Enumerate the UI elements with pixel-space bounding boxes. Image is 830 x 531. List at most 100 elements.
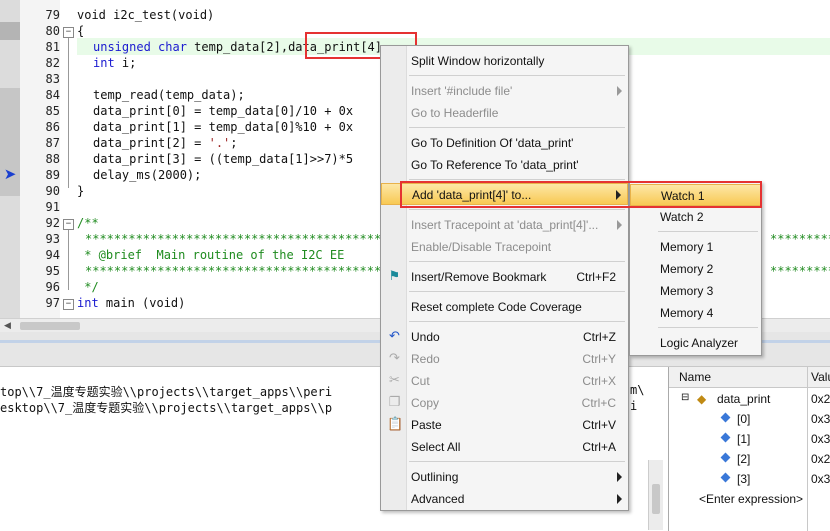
line-number: 97	[45, 296, 60, 310]
watch-name: data_print	[717, 392, 771, 406]
menu-separator	[409, 291, 625, 292]
watch-name: [2]	[737, 452, 751, 466]
menu-item-redo[interactable]: ↷ Redo Ctrl+Y	[381, 348, 628, 370]
fold-toggle-icon[interactable]: −	[63, 219, 74, 230]
menu-item-shortcut: Ctrl+F2	[576, 270, 616, 284]
fold-toggle-icon[interactable]: −	[63, 299, 74, 310]
code-line: temp_read(temp_data);	[93, 88, 245, 102]
menu-item-enable-tracepoint[interactable]: Enable/Disable Tracepoint	[381, 236, 628, 258]
code-keyword: unsigned char	[93, 40, 187, 54]
menu-item-outlining[interactable]: Outlining	[381, 466, 628, 488]
menu-highlight-box	[400, 181, 762, 208]
code-line: data_print[3] = ((temp_data[1]>>7)*5	[93, 152, 354, 166]
menu-item-insert-tracepoint[interactable]: Insert Tracepoint at 'data_print[4]'...	[381, 214, 628, 236]
code-keyword: int	[93, 56, 115, 70]
code-comment: */	[77, 280, 99, 294]
scrollbar-thumb[interactable]	[652, 484, 660, 514]
watch-col-name[interactable]: Name	[679, 370, 711, 384]
code-line: data_print[2] = '.';	[93, 136, 238, 150]
vertical-scrollbar[interactable]	[648, 460, 663, 530]
watch-row[interactable]: ⊟ ◆ data_print 0x20	[669, 389, 830, 409]
submenu-item-watch-2[interactable]: Watch 2	[630, 206, 761, 228]
menu-item-label: Redo	[411, 352, 440, 366]
fold-line	[68, 38, 69, 188]
bookmark-flag-icon: ⚑	[388, 269, 401, 284]
member-icon	[720, 452, 731, 463]
menu-item-advanced[interactable]: Advanced	[381, 488, 628, 510]
menu-item-label: Select All	[411, 440, 461, 454]
menu-item-shortcut: Ctrl+X	[582, 374, 616, 388]
watch-header: Name Valu	[669, 367, 830, 388]
output-line: esktop\\7_温度专题实验\\projects\\target_apps\…	[0, 401, 333, 415]
submenu-item-memory-2[interactable]: Memory 2	[630, 258, 761, 280]
output-line-tail: m\	[630, 383, 645, 397]
menu-item-label: Insert '#include file'	[411, 84, 513, 98]
menu-item-undo[interactable]: ↶ Undo Ctrl+Z	[381, 326, 628, 348]
submenu-item-logic-analyzer[interactable]: Logic Analyzer	[630, 332, 761, 354]
menu-item-split-window[interactable]: Split Window horizontally	[381, 50, 628, 72]
code-comment: ****************************************…	[770, 264, 830, 278]
menu-item-cut[interactable]: ✂ Cut Ctrl+X	[381, 370, 628, 392]
watch-enter-expression[interactable]: <Enter expression>	[669, 489, 830, 509]
menu-item-shortcut: Ctrl+A	[582, 440, 616, 454]
line-number: 89	[45, 168, 60, 182]
menu-item-reset-coverage[interactable]: Reset complete Code Coverage	[381, 296, 628, 318]
menu-item-go-to-headerfile[interactable]: Go to Headerfile	[381, 102, 628, 124]
line-number: 91	[45, 200, 60, 214]
menu-item-label: Split Window horizontally	[411, 54, 545, 68]
watch-row[interactable]: [3] 0x35	[669, 469, 830, 489]
menu-separator	[409, 209, 625, 210]
struct-icon: ◆	[697, 392, 707, 406]
menu-item-label: Paste	[411, 418, 442, 432]
menu-separator	[409, 179, 625, 180]
code-line: int i;	[93, 56, 136, 70]
submenu-arrow-icon	[617, 220, 622, 230]
line-number: 93	[45, 232, 60, 246]
menu-item-label: Advanced	[411, 492, 465, 506]
watch-row[interactable]: [1] 0x39	[669, 429, 830, 449]
code-text: ;	[230, 136, 238, 150]
menu-item-copy[interactable]: ❐ Copy Ctrl+C	[381, 392, 628, 414]
submenu-item-memory-4[interactable]: Memory 4	[630, 302, 761, 324]
line-number: 96	[45, 280, 60, 294]
menu-item-label: Reset complete Code Coverage	[411, 300, 582, 314]
submenu-item-label: Memory 2	[660, 262, 714, 276]
watch-name[interactable]: <Enter expression>	[699, 492, 803, 506]
menu-item-bookmark[interactable]: ⚑ Insert/Remove Bookmark Ctrl+F2	[381, 266, 628, 288]
code-line: data_print[1] = temp_data[0]%10 + 0x	[93, 120, 354, 134]
menu-item-select-all[interactable]: Select All Ctrl+A	[381, 436, 628, 458]
watch-row[interactable]: [0] 0x32	[669, 409, 830, 429]
fold-toggle-icon[interactable]: −	[63, 27, 74, 38]
line-number: 80	[45, 24, 60, 38]
watch-row[interactable]: [2] 0x2E	[669, 449, 830, 469]
menu-item-go-to-definition[interactable]: Go To Definition Of 'data_print'	[381, 132, 628, 154]
menu-item-paste[interactable]: 📋 Paste Ctrl+V	[381, 414, 628, 436]
menu-item-go-to-reference[interactable]: Go To Reference To 'data_print'	[381, 154, 628, 176]
member-icon	[720, 432, 731, 443]
line-number: 81	[45, 40, 60, 54]
collapse-icon[interactable]: ⊟	[681, 392, 689, 403]
code-comment: ****************************************…	[770, 232, 830, 246]
line-number: 92	[45, 216, 60, 230]
menu-item-shortcut: Ctrl+C	[581, 396, 616, 410]
submenu-item-memory-1[interactable]: Memory 1	[630, 236, 761, 258]
scrollbar-thumb[interactable]	[20, 322, 80, 330]
menu-item-label: Cut	[411, 374, 430, 388]
menu-item-label: Go To Reference To 'data_print'	[411, 158, 579, 172]
gutter-marker	[0, 22, 20, 40]
watch-window[interactable]: Name Valu ⊟ ◆ data_print 0x20 [0] 0x32 […	[668, 367, 830, 531]
watch-value: 0x32	[811, 412, 830, 426]
code-line: void i2c_test(void)	[77, 8, 215, 22]
submenu-item-label: Memory 3	[660, 284, 714, 298]
redo-icon: ↷	[389, 351, 400, 366]
menu-separator	[409, 321, 625, 322]
breakpoint-gutter[interactable]: ➤	[0, 0, 20, 318]
submenu-item-memory-3[interactable]: Memory 3	[630, 280, 761, 302]
context-menu: Split Window horizontally Insert '#inclu…	[380, 45, 629, 511]
scroll-left-icon[interactable]: ◀	[4, 320, 11, 331]
watch-col-value[interactable]: Valu	[811, 370, 830, 384]
code-line: data_print[0] = temp_data[0]/10 + 0x	[93, 104, 354, 118]
submenu-arrow-icon	[617, 494, 622, 504]
menu-item-insert-include[interactable]: Insert '#include file'	[381, 80, 628, 102]
watch-value: 0x2E	[811, 452, 830, 466]
